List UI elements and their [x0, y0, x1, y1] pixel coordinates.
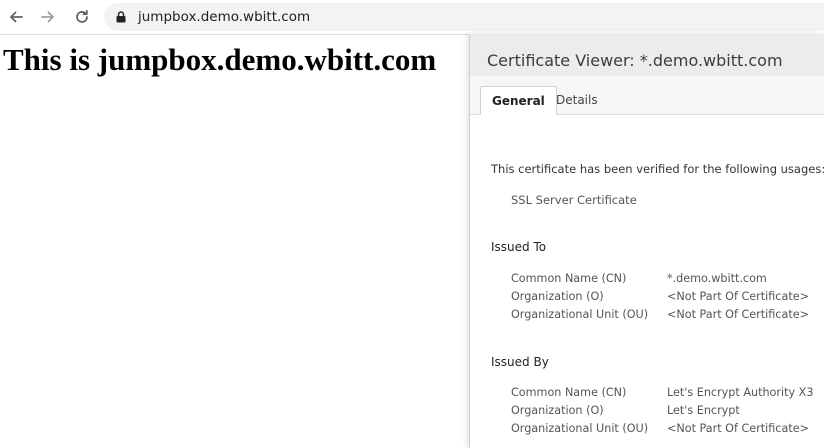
- field-value: *.demo.wbitt.com: [667, 272, 767, 285]
- forward-arrow-icon: [41, 11, 54, 23]
- field-label: Common Name (CN): [511, 386, 627, 399]
- field-value: Let's Encrypt Authority X3: [667, 386, 814, 399]
- field-value: <Not Part Of Certificate>: [667, 422, 809, 435]
- back-arrow-icon: [10, 11, 23, 23]
- cert-tab-bar: General Details: [470, 76, 824, 115]
- issued-to-cn-row: Common Name (CN) *.demo.wbitt.com: [511, 272, 811, 290]
- lock-icon[interactable]: [116, 11, 126, 23]
- back-button[interactable]: [4, 5, 28, 29]
- browser-toolbar: jumpbox.demo.wbitt.com: [0, 0, 824, 35]
- field-label: Organization (O): [511, 290, 604, 303]
- field-label: Common Name (CN): [511, 272, 627, 285]
- reload-icon: [76, 9, 88, 23]
- field-label: Organizational Unit (OU): [511, 308, 649, 321]
- issued-by-o-row: Organization (O) Let's Encrypt: [511, 404, 811, 422]
- field-label: Organization (O): [511, 404, 604, 417]
- issued-by-heading: Issued By: [491, 355, 549, 369]
- issued-to-heading: Issued To: [491, 240, 547, 254]
- field-value: <Not Part Of Certificate>: [667, 308, 809, 321]
- verified-usages-text: This certificate has been verified for t…: [491, 162, 824, 176]
- page-heading: This is jumpbox.demo.wbitt.com: [3, 42, 437, 77]
- certificate-viewer: Certificate Viewer: *.demo.wbitt.com Gen…: [469, 34, 824, 448]
- cert-viewer-title: Certificate Viewer: *.demo.wbitt.com: [487, 51, 783, 70]
- field-value: Let's Encrypt: [667, 404, 740, 417]
- url-text[interactable]: jumpbox.demo.wbitt.com: [138, 9, 310, 25]
- cert-viewer-header: Certificate Viewer: *.demo.wbitt.com: [470, 34, 824, 76]
- issued-by-cn-row: Common Name (CN) Let's Encrypt Authority…: [511, 386, 814, 404]
- reload-button[interactable]: [70, 5, 94, 29]
- issued-by-ou-row: Organizational Unit (OU) <Not Part Of Ce…: [511, 422, 811, 440]
- usage-ssl-server: SSL Server Certificate: [511, 193, 637, 207]
- field-label: Organizational Unit (OU): [511, 422, 649, 435]
- field-value: <Not Part Of Certificate>: [667, 290, 809, 303]
- issued-to-ou-row: Organizational Unit (OU) <Not Part Of Ce…: [511, 308, 811, 326]
- forward-button[interactable]: [36, 5, 60, 29]
- tab-details[interactable]: Details: [545, 86, 609, 114]
- issued-to-o-row: Organization (O) <Not Part Of Certificat…: [511, 290, 811, 308]
- address-bar[interactable]: jumpbox.demo.wbitt.com: [104, 3, 824, 31]
